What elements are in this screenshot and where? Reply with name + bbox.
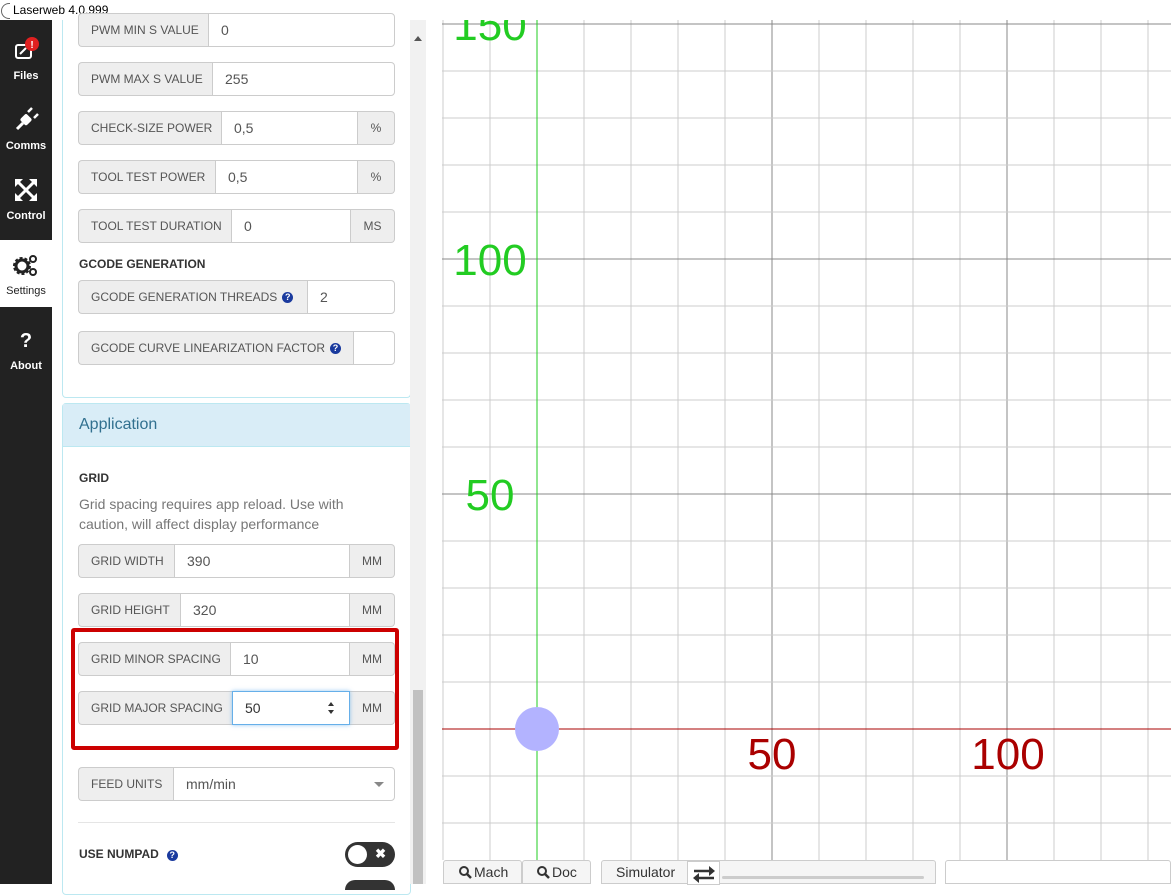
tab-comms-label: Comms xyxy=(5,140,47,152)
y-axis-label: 50 xyxy=(466,471,515,520)
grid-height-label: GRID HEIGHT xyxy=(78,593,180,627)
plug-icon xyxy=(15,107,39,131)
tab-settings-label: Settings xyxy=(6,285,46,297)
grid-height-input[interactable]: 320 xyxy=(180,593,350,627)
sidebar: ! Files Comms Control Settings ? About xyxy=(0,20,52,884)
gcode-threads-group: GCODE GENERATION THREADS? 2 xyxy=(78,280,395,314)
workspace-canvas[interactable]: 150 100 50 50 100 xyxy=(436,1,1171,884)
tab-files-label: Files xyxy=(13,70,39,82)
use-numpad-toggle[interactable]: ✖ xyxy=(345,842,395,867)
exchange-icon xyxy=(693,866,715,883)
use-numpad-label: USE NUMPAD? xyxy=(79,847,178,861)
grid-height-unit: MM xyxy=(350,593,395,627)
x-axis-label: 100 xyxy=(971,730,1044,779)
help-icon[interactable]: ? xyxy=(330,342,341,354)
tool-test-power-input[interactable]: 0,5 xyxy=(215,160,358,194)
feed-units-select[interactable]: mm/min xyxy=(173,767,395,801)
x-axis-label: 50 xyxy=(748,730,797,779)
svg-text:!: ! xyxy=(30,40,33,51)
search-icon xyxy=(459,865,472,879)
simulator-toggle-button[interactable] xyxy=(687,861,720,885)
chevron-down-icon xyxy=(374,782,384,787)
feed-units-group: FEED UNITS mm/min xyxy=(78,767,395,801)
tool-test-duration-input[interactable]: 0 xyxy=(231,209,351,243)
check-size-label: CHECK-SIZE POWER xyxy=(78,111,221,145)
tab-about[interactable]: ? About xyxy=(0,315,52,382)
toggle-knob xyxy=(348,845,367,864)
check-size-group: CHECK-SIZE POWER 0,5 % xyxy=(78,111,395,145)
tab-files[interactable]: ! Files xyxy=(0,25,52,92)
status-box xyxy=(945,860,1171,884)
close-icon: ✖ xyxy=(375,846,386,861)
pwm-min-group: PWM MIN S VALUE 0 xyxy=(78,13,395,47)
tab-settings[interactable]: Settings xyxy=(0,240,52,307)
y-axis-label: 100 xyxy=(453,236,526,285)
pwm-max-input[interactable]: 255 xyxy=(212,62,395,96)
grid-width-label: GRID WIDTH xyxy=(78,544,174,578)
tool-test-power-group: TOOL TEST POWER 0,5 % xyxy=(78,160,395,194)
gears-icon xyxy=(13,255,37,276)
tab-about-label: About xyxy=(10,360,42,372)
mach-button[interactable]: Mach xyxy=(443,860,522,884)
panel-scrollbar[interactable] xyxy=(410,20,426,884)
tab-control[interactable]: Control xyxy=(0,165,52,232)
feed-units-label: FEED UNITS xyxy=(78,767,173,801)
simulator-label: Simulator xyxy=(616,864,676,880)
tool-test-power-unit: % xyxy=(358,160,395,194)
next-toggle[interactable] xyxy=(345,880,395,890)
help-icon[interactable]: ? xyxy=(282,291,294,303)
doc-button[interactable]: Doc xyxy=(522,860,591,884)
scroll-up-arrow[interactable] xyxy=(414,36,422,41)
tab-comms[interactable]: Comms xyxy=(0,95,52,162)
gcode-curve-group: GCODE CURVE LINEARIZATION FACTOR? xyxy=(78,331,395,365)
grid-width-unit: MM xyxy=(350,544,395,578)
grid-view[interactable]: 150 100 50 50 100 xyxy=(436,1,1171,884)
gcode-curve-input[interactable] xyxy=(353,331,395,365)
divider xyxy=(78,822,395,823)
tool-test-duration-group: TOOL TEST DURATION 0 MS xyxy=(78,209,395,243)
simulator-slider[interactable] xyxy=(722,876,924,879)
svg-text:?: ? xyxy=(20,330,32,352)
grid-width-group: GRID WIDTH 390 MM xyxy=(78,544,395,578)
files-icon: ! xyxy=(15,37,39,59)
arrows-icon xyxy=(15,179,37,201)
tool-position-marker xyxy=(515,707,559,751)
y-axis-label: 150 xyxy=(453,20,526,50)
tool-test-power-label: TOOL TEST POWER xyxy=(78,160,215,194)
gcode-threads-label: GCODE GENERATION THREADS? xyxy=(78,280,307,314)
grid-width-input[interactable]: 390 xyxy=(174,544,350,578)
pwm-max-label: PWM MAX S VALUE xyxy=(78,62,212,96)
gcode-curve-label: GCODE CURVE LINEARIZATION FACTOR? xyxy=(78,331,353,365)
help-icon[interactable]: ? xyxy=(166,850,178,861)
check-size-input[interactable]: 0,5 xyxy=(221,111,358,145)
grid-note: Grid spacing requires app reload. Use wi… xyxy=(79,496,344,532)
grid-height-group: GRID HEIGHT 320 MM xyxy=(78,593,395,627)
tool-test-duration-unit: MS xyxy=(351,209,395,243)
pwm-max-group: PWM MAX S VALUE 255 xyxy=(78,62,395,96)
app-icon xyxy=(1,3,10,19)
check-size-unit: % xyxy=(358,111,395,145)
gcode-heading: GCODE GENERATION xyxy=(79,257,206,271)
tab-control-label: Control xyxy=(6,210,46,222)
search-icon xyxy=(537,865,550,879)
tool-test-duration-label: TOOL TEST DURATION xyxy=(78,209,231,243)
highlight-box xyxy=(71,628,399,750)
application-header[interactable]: Application xyxy=(63,404,410,447)
pwm-min-label: PWM MIN S VALUE xyxy=(78,13,208,47)
pwm-min-input[interactable]: 0 xyxy=(208,13,395,47)
question-icon: ? xyxy=(20,330,32,352)
simulator-bar: Simulator xyxy=(601,860,936,885)
gcode-threads-input[interactable]: 2 xyxy=(307,280,395,314)
scroll-thumb[interactable] xyxy=(413,690,423,884)
grid-heading: GRID xyxy=(79,471,109,485)
